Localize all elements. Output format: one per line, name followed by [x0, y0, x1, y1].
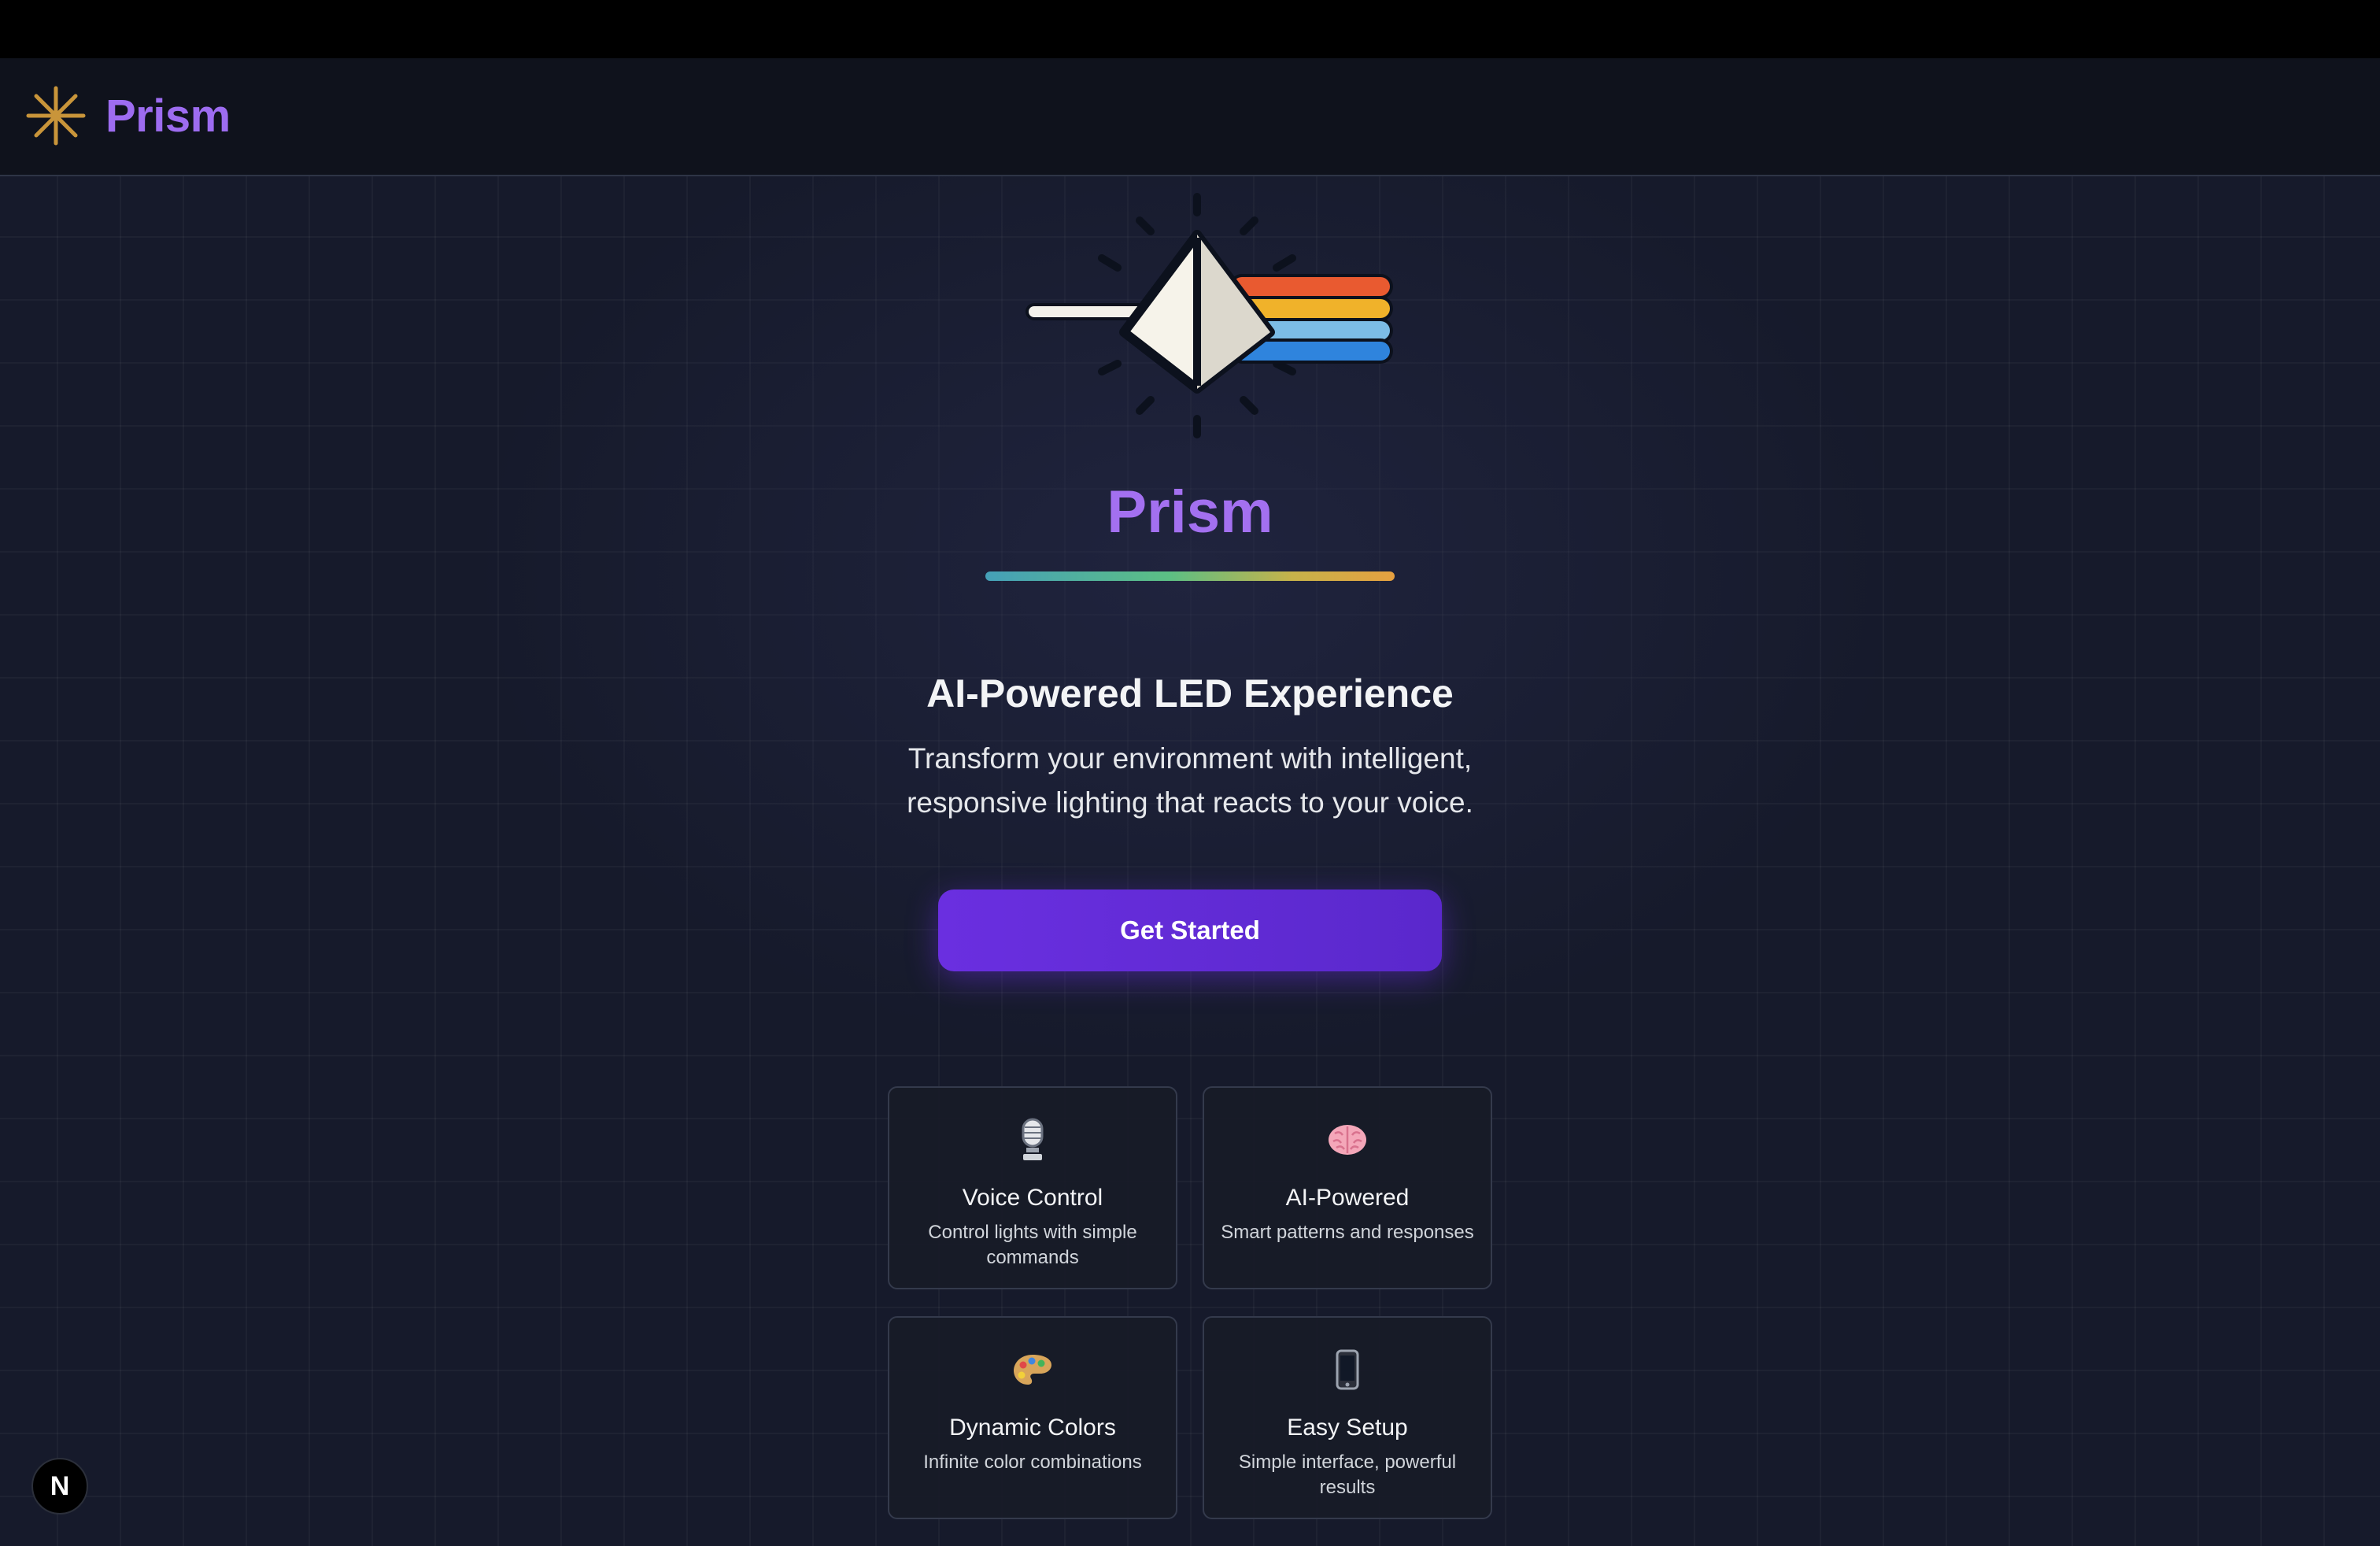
feature-title: Voice Control [962, 1185, 1103, 1211]
feature-title: Dynamic Colors [949, 1415, 1116, 1441]
palette-icon [889, 1346, 1176, 1393]
window-top-strip [0, 0, 2380, 58]
nav-brand-name[interactable]: Prism [105, 88, 231, 145]
feature-card-ai-powered[interactable]: AI-Powered Smart patterns and responses [1203, 1086, 1492, 1289]
mobile-phone-icon [1204, 1346, 1491, 1393]
feature-card-easy-setup[interactable]: Easy Setup Simple interface, powerful re… [1203, 1316, 1492, 1519]
feature-card-dynamic-colors[interactable]: Dynamic Colors Infinite color combinatio… [888, 1316, 1177, 1519]
feature-description: Simple interface, powerful results [1238, 1452, 1457, 1498]
hero-title-underline [985, 571, 1395, 581]
dev-indicator-badge[interactable]: N [31, 1458, 88, 1515]
navbar: Prism [0, 58, 2380, 176]
hero-title: Prism [1107, 479, 1273, 546]
feature-description: Control lights with simple commands [928, 1222, 1137, 1268]
get-started-button[interactable]: Get Started [938, 890, 1442, 971]
feature-title: AI-Powered [1285, 1185, 1410, 1211]
hero-tagline: AI-Powered LED Experience [926, 671, 1454, 716]
feature-description: Infinite color combinations [923, 1452, 1142, 1473]
microphone-icon [889, 1116, 1176, 1163]
feature-description: Smart patterns and responses [1221, 1222, 1474, 1243]
asterisk-icon[interactable] [25, 85, 87, 146]
feature-card-voice-control[interactable]: Voice Control Control lights with simple… [888, 1086, 1177, 1289]
prism-rainbow-icon [1023, 186, 1393, 446]
hero-description: Transform your environment with intellig… [907, 742, 1473, 819]
feature-title: Easy Setup [1287, 1415, 1408, 1441]
brain-icon [1204, 1116, 1491, 1163]
